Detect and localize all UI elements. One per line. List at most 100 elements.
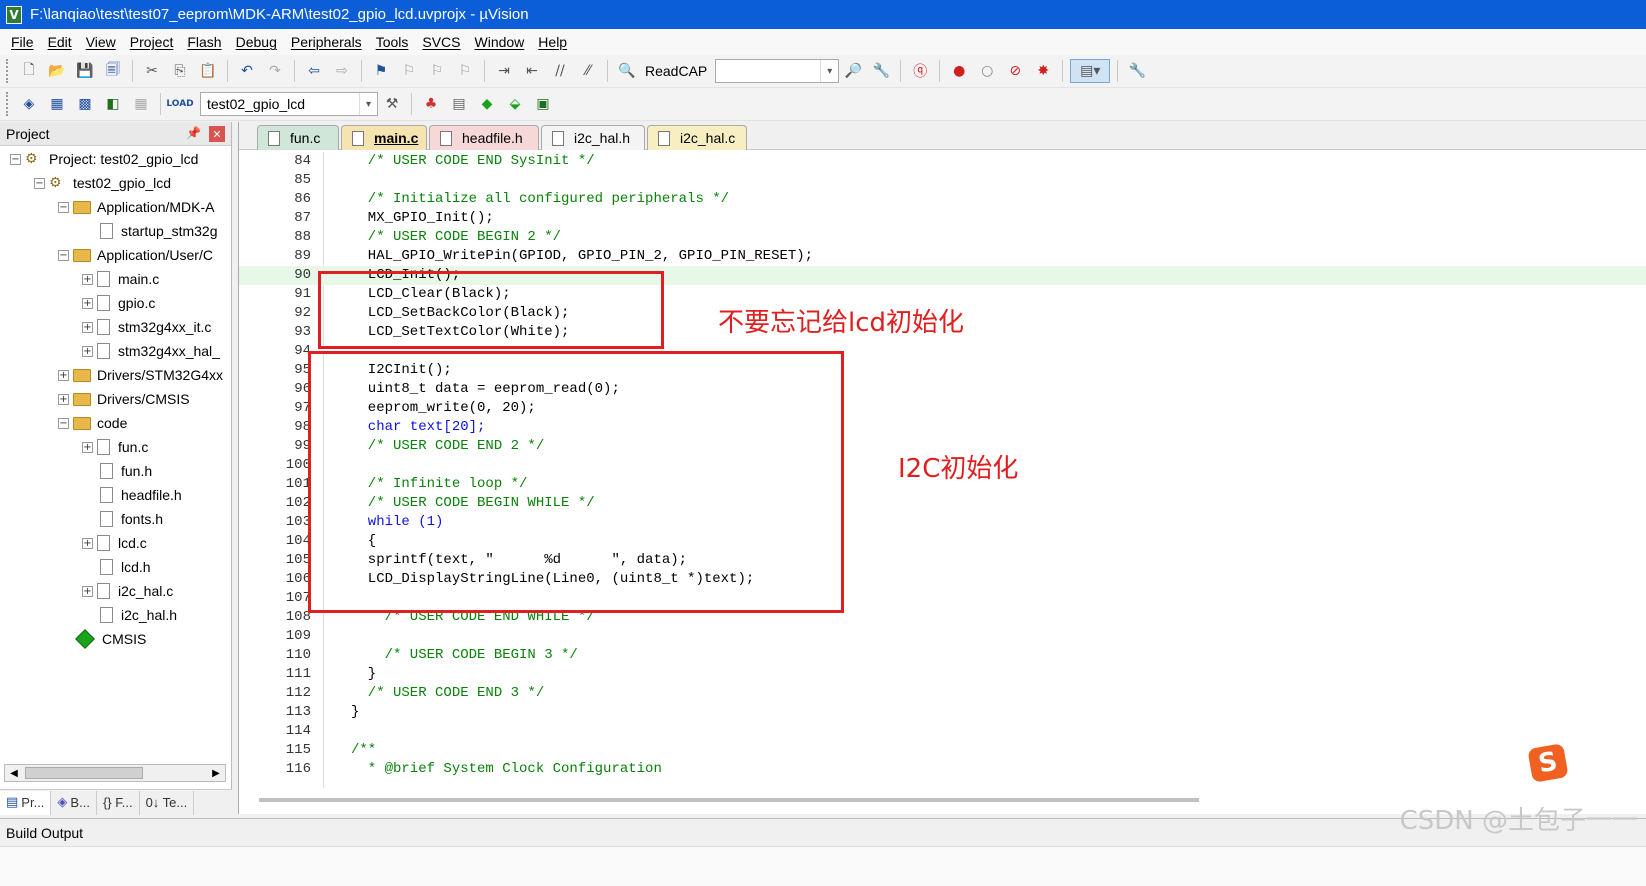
paste-icon[interactable]: 📋 (196, 59, 220, 83)
scroll-right-icon[interactable]: ▶ (207, 765, 225, 781)
scrollbar-thumb[interactable] (25, 767, 143, 779)
project-horizontal-scrollbar[interactable]: ◀ ▶ (4, 764, 226, 782)
tree-item-file[interactable]: + main.c (82, 268, 159, 290)
expand-icon[interactable]: + (82, 441, 93, 453)
tree-item-file[interactable]: headfile.h (100, 484, 182, 506)
unindent-icon[interactable]: ⇤ (520, 59, 544, 83)
target-select[interactable]: test02_gpio_lcd ▾ (200, 92, 378, 116)
code-line[interactable]: 88 /* USER CODE BEGIN 2 */ (239, 228, 1646, 247)
code-line[interactable]: 110 /* USER CODE BEGIN 3 */ (239, 646, 1646, 665)
tree-item-project[interactable]: − ⚙ Project: test02_gpio_lcd (10, 148, 198, 170)
comment-icon[interactable]: // (548, 59, 572, 83)
chevron-down-icon[interactable]: ▾ (359, 93, 377, 115)
expand-icon[interactable]: + (82, 585, 93, 597)
expand-icon[interactable]: + (82, 273, 93, 285)
menu-help[interactable]: Help (531, 34, 574, 50)
bookmark-icon[interactable]: ⚑ (369, 59, 393, 83)
toolbar-grip[interactable] (6, 59, 11, 83)
code-line[interactable]: 89 HAL_GPIO_WritePin(GPIOD, GPIO_PIN_2, … (239, 247, 1646, 266)
incremental-find-icon[interactable]: 🔎 (841, 59, 865, 83)
kill-breakpoints-icon[interactable]: ✸ (1031, 59, 1055, 83)
scroll-left-icon[interactable]: ◀ (5, 765, 23, 781)
expand-icon[interactable]: + (82, 297, 93, 309)
tab-functions[interactable]: {} F... (97, 790, 140, 815)
tree-item-file[interactable]: + stm32g4xx_it.c (82, 316, 211, 338)
tree-item-file[interactable]: fonts.h (100, 508, 163, 530)
chevron-down-icon[interactable]: ▾ (820, 60, 838, 82)
indent-icon[interactable]: ⇥ (492, 59, 516, 83)
uncomment-icon[interactable]: ⁄⁄ (576, 59, 600, 83)
manage-run-time-icon[interactable]: ◆ (475, 92, 499, 116)
find-combo[interactable]: ▾ (715, 59, 840, 83)
collapse-icon[interactable]: − (58, 201, 69, 213)
batch-build-icon[interactable]: ◧ (101, 92, 125, 116)
translate-icon[interactable]: ◈ (17, 92, 41, 116)
close-icon[interactable]: ✕ (209, 126, 225, 142)
save-all-icon[interactable]: 🗐 (101, 59, 125, 83)
menu-view[interactable]: View (79, 34, 123, 50)
component-icon[interactable]: ▣ (531, 92, 555, 116)
tab-i2c-hal-c[interactable]: i2c_hal.c (647, 125, 747, 150)
code-line[interactable]: 114 (239, 722, 1646, 741)
tree-item-file[interactable]: fun.h (100, 460, 152, 482)
sogou-ime-icon[interactable]: S (1527, 743, 1569, 783)
find-in-files-icon[interactable]: 🔍 (615, 59, 639, 83)
rebuild-icon[interactable]: ▩ (73, 92, 97, 116)
cut-icon[interactable]: ✂ (140, 59, 164, 83)
menu-file[interactable]: File (4, 34, 41, 50)
new-file-icon[interactable]: 🗋 (17, 59, 41, 83)
menu-flash[interactable]: Flash (180, 34, 228, 50)
tab-main-c[interactable]: main.c (341, 125, 427, 150)
navigate-back-icon[interactable]: ⇦ (302, 59, 326, 83)
tree-item-folder[interactable]: − Application/MDK-A (58, 196, 215, 218)
download-load-icon[interactable]: LOAD (166, 92, 193, 116)
code-line[interactable]: 84 /* USER CODE END SysInit */ (239, 152, 1646, 171)
tree-item-file[interactable]: + gpio.c (82, 292, 155, 314)
target-options-icon[interactable]: ⚒ (380, 92, 404, 116)
tree-item-file[interactable]: + stm32g4xx_hal_ (82, 340, 220, 362)
tab-templates[interactable]: 0↓ Te... (140, 790, 195, 815)
prev-bookmark-icon[interactable]: ⚐ (397, 59, 421, 83)
enable-breakpoint-icon[interactable]: ○ (975, 59, 999, 83)
next-bookmark-icon[interactable]: ⚐ (425, 59, 449, 83)
menu-edit[interactable]: Edit (41, 34, 79, 50)
expand-icon[interactable]: + (58, 369, 69, 381)
tree-item-target[interactable]: − ⚙ test02_gpio_lcd (34, 172, 171, 194)
browse-icon[interactable]: 🔧 (869, 59, 893, 83)
toolbar-grip[interactable] (6, 92, 11, 116)
pack-installer-icon[interactable]: ⬙ (503, 92, 527, 116)
menu-debug[interactable]: Debug (229, 34, 284, 50)
menu-svcs[interactable]: SVCS (415, 34, 467, 50)
expand-icon[interactable]: + (82, 537, 93, 549)
tab-project[interactable]: ▤ Pr... (0, 790, 52, 815)
configure-icon[interactable]: 🔧 (1125, 59, 1149, 83)
code-line[interactable]: 115 /** (239, 741, 1646, 760)
undo-icon[interactable]: ↶ (235, 59, 259, 83)
tree-item-file[interactable]: lcd.h (100, 556, 151, 578)
navigate-forward-icon[interactable]: ⇨ (330, 59, 354, 83)
tab-headfile-h[interactable]: headfile.h (429, 125, 539, 150)
clear-bookmarks-icon[interactable]: ⚐ (453, 59, 477, 83)
tab-books[interactable]: ◈ B... (51, 790, 97, 815)
tab-fun-c[interactable]: fun.c (257, 125, 339, 150)
tab-i2c-hal-h[interactable]: i2c_hal.h (541, 125, 645, 150)
tree-item-file[interactable]: startup_stm32g (100, 220, 218, 242)
tree-item-file[interactable]: + i2c_hal.c (82, 580, 173, 602)
tree-item-file[interactable]: i2c_hal.h (100, 604, 177, 626)
collapse-icon[interactable]: − (10, 153, 21, 165)
debug-session-icon[interactable]: ⓠ (908, 59, 932, 83)
collapse-icon[interactable]: − (34, 177, 45, 189)
save-icon[interactable]: 💾 (73, 59, 97, 83)
expand-icon[interactable]: + (58, 393, 69, 405)
expand-icon[interactable]: + (82, 345, 93, 357)
expand-icon[interactable]: + (82, 321, 93, 333)
code-line[interactable]: 109 (239, 627, 1646, 646)
build-icon[interactable]: ▦ (45, 92, 69, 116)
tree-item-folder[interactable]: + Drivers/CMSIS (58, 388, 190, 410)
disable-breakpoints-icon[interactable]: ⊘ (1003, 59, 1027, 83)
collapse-icon[interactable]: − (58, 249, 69, 261)
code-line[interactable]: 112 /* USER CODE END 3 */ (239, 684, 1646, 703)
code-line[interactable]: 87 MX_GPIO_Init(); (239, 209, 1646, 228)
menu-window[interactable]: Window (468, 34, 532, 50)
select-packs-icon[interactable]: ▤ (447, 92, 471, 116)
